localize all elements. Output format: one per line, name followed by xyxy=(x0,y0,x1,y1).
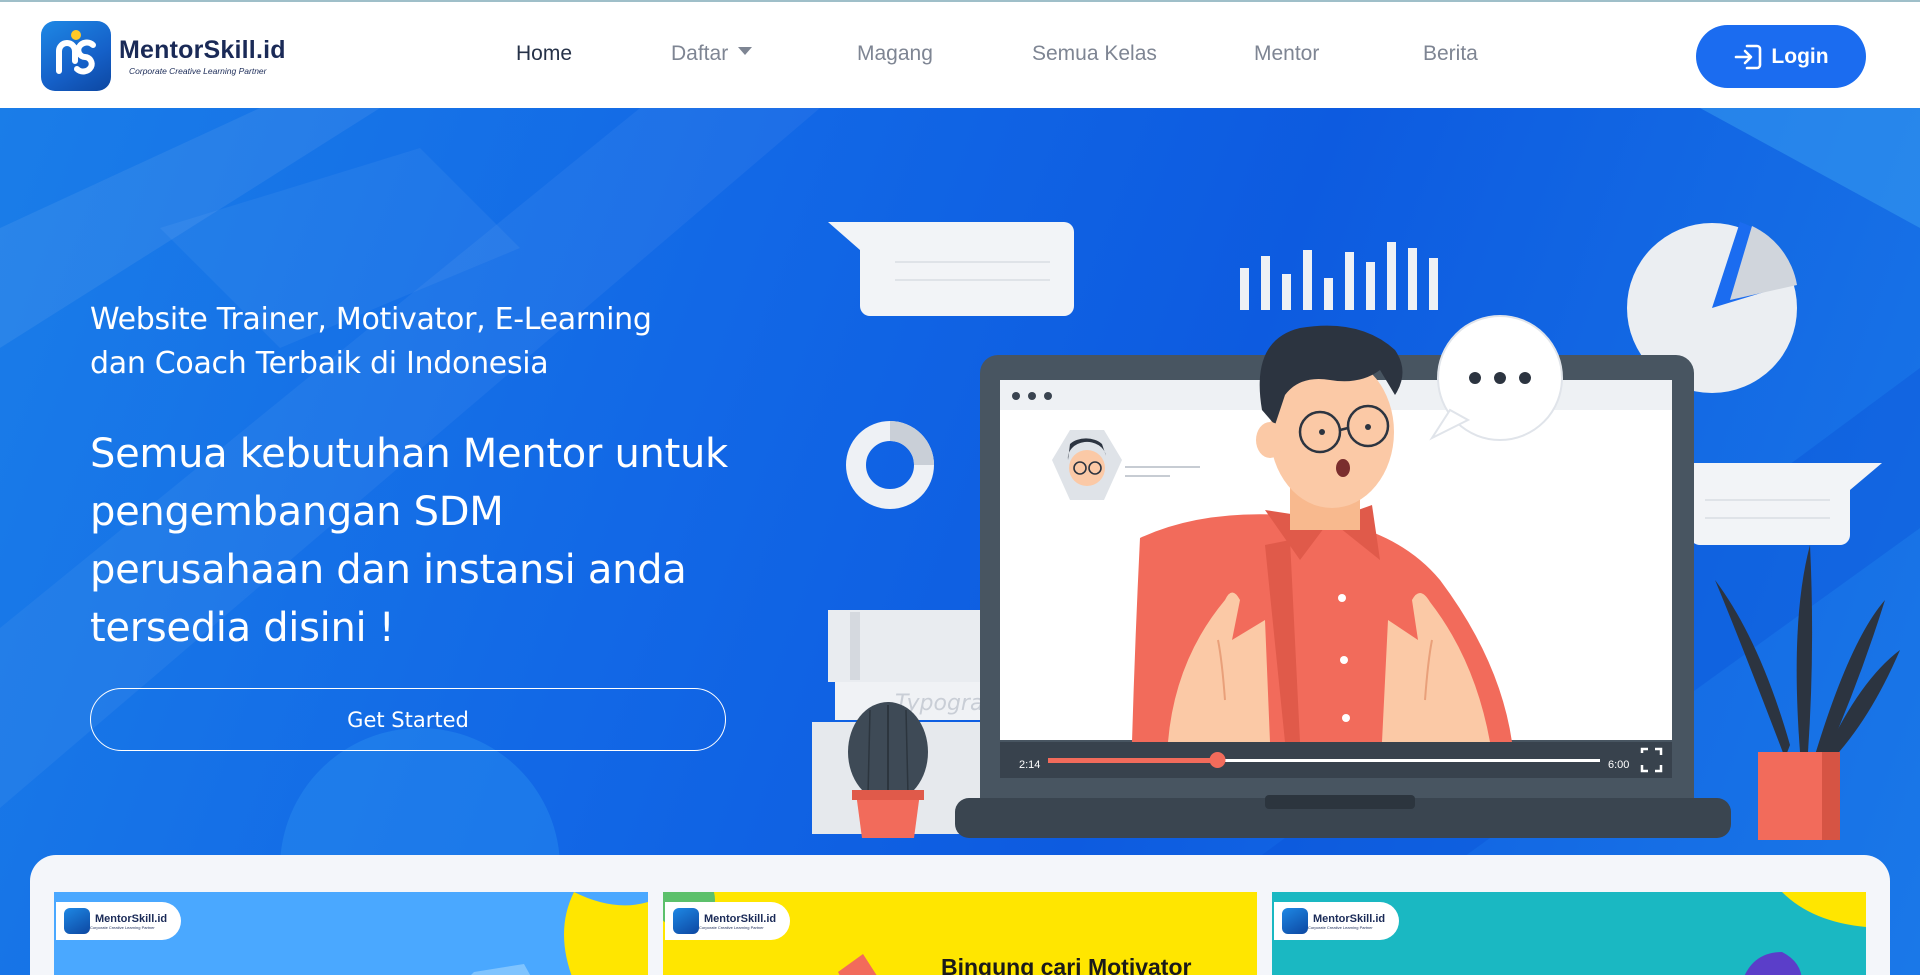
card-1-badge-text: MentorSkill.id xyxy=(95,912,168,925)
hero-section: Website Trainer, Motivator, E-Learning d… xyxy=(0,108,1920,975)
card-3-badge-text: MentorSkill.id xyxy=(1313,912,1386,925)
nav-item-berita[interactable]: Berita xyxy=(1423,42,1478,66)
card-1-badge: MentorSkill.id Corporate Creative Learni… xyxy=(56,902,182,940)
nav-item-home[interactable]: Home xyxy=(516,42,572,66)
caret-down-icon xyxy=(738,47,753,56)
video-elapsed-time: 2:14 xyxy=(1019,759,1041,771)
get-started-button[interactable]: Get Started xyxy=(90,688,726,751)
bar-chart-decoration xyxy=(1240,242,1438,310)
brand-text: MentorSkill.id Corporate Creative Learni… xyxy=(119,36,286,76)
card-2-headline: Bingung cari Motivator xyxy=(941,954,1192,975)
brand-logo-icon xyxy=(41,21,111,91)
speech-bubble-right xyxy=(1690,463,1882,545)
speech-bubble-left xyxy=(828,222,1074,316)
hero-subtitle: Website Trainer, Motivator, E-Learning d… xyxy=(90,302,652,381)
card-1-logo-icon xyxy=(64,908,90,934)
nav-item-mentor[interactable]: Mentor xyxy=(1254,42,1319,66)
brand-tagline: Corporate Creative Learning Partner xyxy=(129,66,267,76)
card-1-badge-tag: Corporate Creative Learning Partner xyxy=(90,924,155,930)
promo-card-3[interactable]: MentorSkill.id Corporate Creative Learni… xyxy=(1272,892,1866,975)
cactus-plant xyxy=(848,702,928,838)
navbar: MentorSkill.id Corporate Creative Learni… xyxy=(0,0,1920,108)
promo-card-1[interactable]: MentorSkill.id Corporate Creative Learni… xyxy=(54,892,648,975)
hero-headline: Semua kebutuhan Mentor untuk pengembanga… xyxy=(90,431,728,651)
promo-card-2[interactable]: MentorSkill.id Corporate Creative Learni… xyxy=(663,892,1257,975)
brand-name: MentorSkill.id xyxy=(119,36,286,64)
card-2-badge-tag: Corporate Creative Learning Partner xyxy=(699,924,764,930)
login-arrow-icon xyxy=(1735,44,1762,69)
card-2-logo-icon xyxy=(673,908,699,934)
brand-logo-link[interactable]: MentorSkill.id Corporate Creative Learni… xyxy=(41,21,286,91)
card-3-badge: MentorSkill.id Corporate Creative Learni… xyxy=(1274,902,1400,940)
hero-illustration: Typogra xyxy=(812,222,1900,840)
card-3-logo-icon xyxy=(1282,908,1308,934)
login-label: Login xyxy=(1771,44,1829,68)
login-button[interactable]: Login xyxy=(1696,25,1866,88)
card-3-badge-tag: Corporate Creative Learning Partner xyxy=(1308,924,1373,930)
video-duration: 6:00 xyxy=(1608,759,1630,771)
nav-item-daftar-label: Daftar xyxy=(671,42,729,65)
potted-plant xyxy=(1715,545,1900,840)
nav-item-daftar[interactable]: Daftar xyxy=(671,42,753,66)
card-2-badge: MentorSkill.id Corporate Creative Learni… xyxy=(665,902,791,940)
ellipsis-icon xyxy=(1429,315,1563,441)
donut-decoration xyxy=(846,421,934,509)
nav-item-semua-kelas[interactable]: Semua Kelas xyxy=(1032,42,1157,66)
card-2-badge-text: MentorSkill.id xyxy=(704,912,777,925)
nav-item-magang[interactable]: Magang xyxy=(857,42,933,66)
